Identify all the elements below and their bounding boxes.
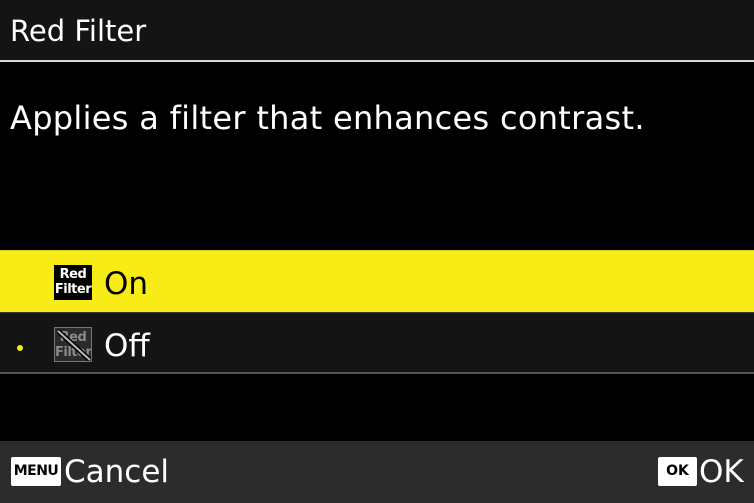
option-on[interactable]: Red Filter On [0,250,754,312]
red-filter-off-icon: Red Filter [54,327,92,362]
red-filter-screen: Red Filter Applies a filter that enhance… [0,0,754,503]
header: Red Filter [0,0,754,62]
cancel-button[interactable]: Cancel [64,454,169,490]
option-off-label: Off [104,328,150,364]
current-setting-dot [17,345,23,351]
page-title: Red Filter [10,14,147,48]
red-filter-on-icon: Red Filter [54,265,92,300]
ok-key-icon[interactable]: OK [658,457,697,486]
option-on-label: On [104,266,149,302]
menu-key-icon[interactable]: MENU [11,457,61,486]
description-text: Applies a filter that enhances contrast. [10,99,645,137]
strike-through-icon [56,329,91,361]
option-off[interactable]: Red Filter Off [0,312,754,374]
footer-bar: MENU Cancel OK OK [0,441,754,503]
ok-button[interactable]: OK [699,454,744,490]
